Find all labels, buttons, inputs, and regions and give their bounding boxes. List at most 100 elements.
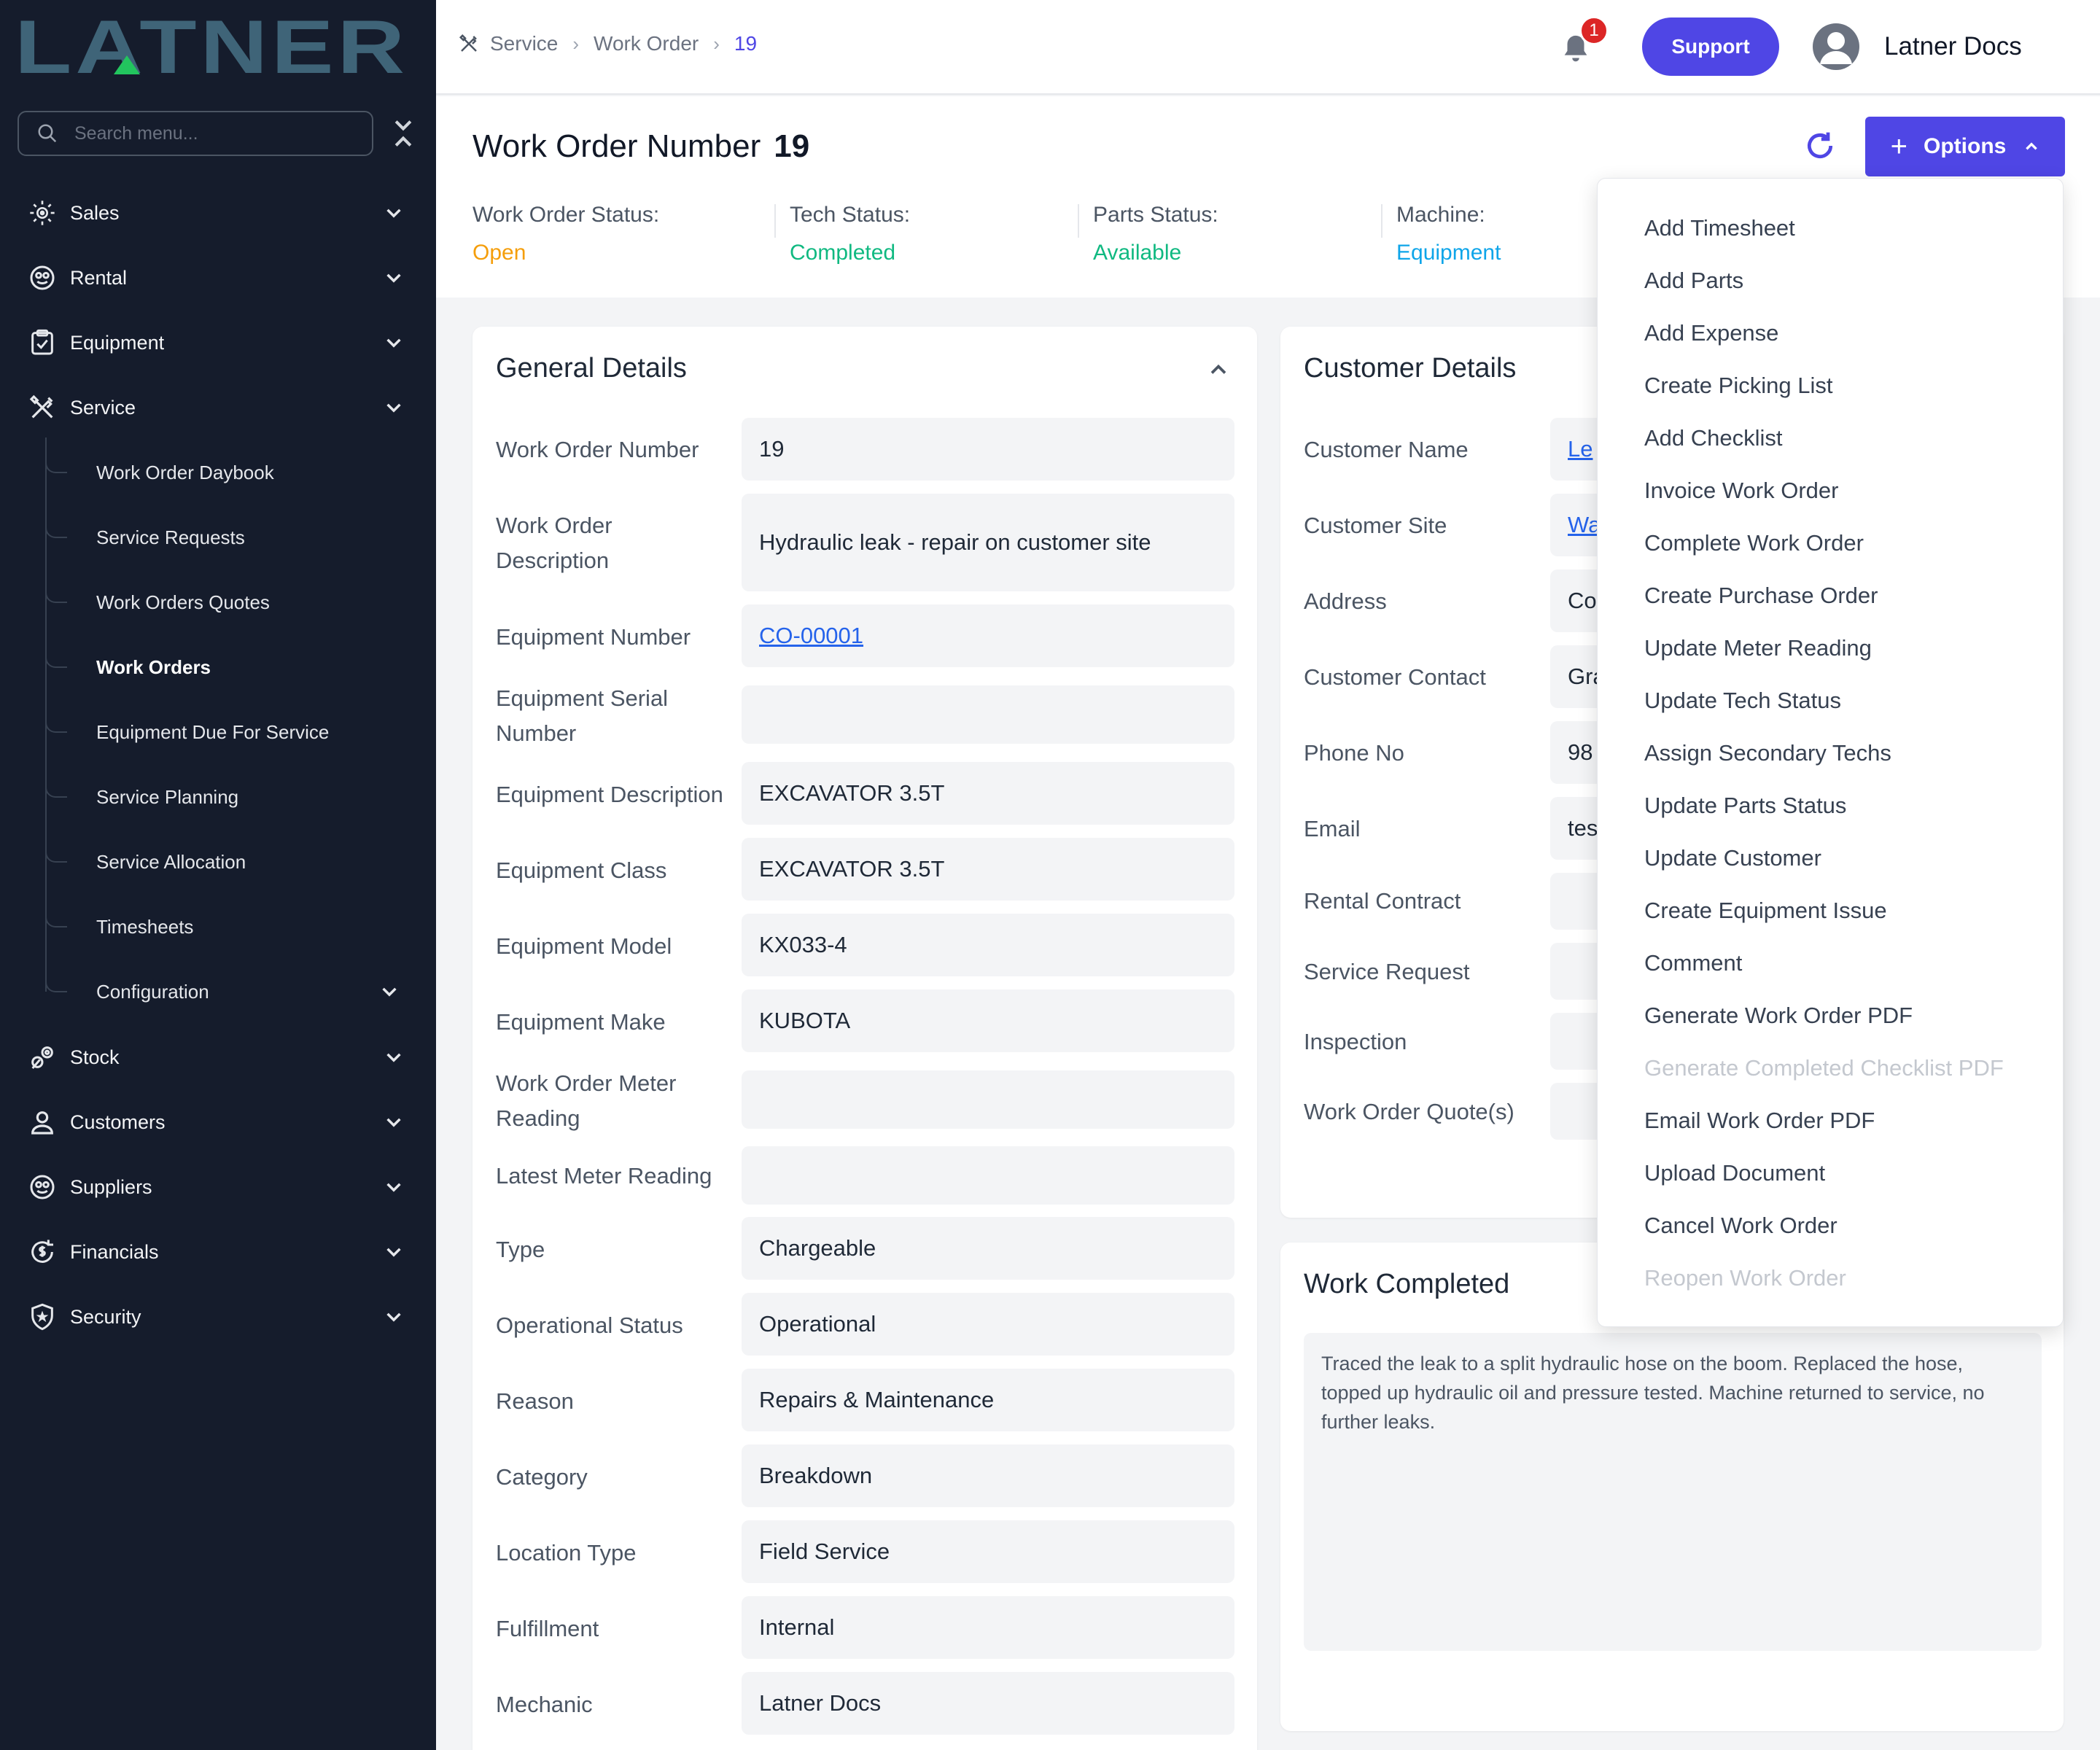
field-label: Email xyxy=(1304,816,1361,841)
subitem-label: Work Orders xyxy=(96,656,211,678)
subitem-label: Work Order Daybook xyxy=(96,461,274,483)
field-label: Customer Contact xyxy=(1304,664,1486,690)
support-button[interactable]: Support xyxy=(1642,18,1779,76)
svg-text:LATNER: LATNER xyxy=(15,16,408,79)
menu-item-add-timesheet[interactable]: Add Timesheet xyxy=(1644,215,1795,241)
menu-item-add-parts[interactable]: Add Parts xyxy=(1644,268,1743,294)
sidebar-subitem-equipment-due[interactable]: Equipment Due For Service xyxy=(45,710,410,754)
field-label: Equipment Model xyxy=(496,933,672,959)
subitem-label: Timesheets xyxy=(96,915,194,938)
menu-item-assign-secondary-techs[interactable]: Assign Secondary Techs xyxy=(1644,740,1891,766)
breadcrumb-separator-icon: › xyxy=(713,32,720,55)
fulfillment-value: Internal xyxy=(742,1596,1234,1659)
field-label: Reason xyxy=(496,1388,574,1414)
field-label: Phone No xyxy=(1304,740,1404,766)
sidebar-subitem-timesheets[interactable]: Timesheets xyxy=(45,905,410,949)
sidebar-subitem-work-order-daybook[interactable]: Work Order Daybook xyxy=(45,451,410,494)
sidebar-subitem-service-allocation[interactable]: Service Allocation xyxy=(45,840,410,884)
field-label: Service Request xyxy=(1304,959,1470,984)
status-label: Parts Status: xyxy=(1093,203,1218,227)
sidebar-item-stock[interactable]: Stock xyxy=(26,1034,420,1081)
menu-item-add-checklist[interactable]: Add Checklist xyxy=(1644,425,1783,451)
subitem-label: Equipment Due For Service xyxy=(96,720,330,743)
equipment-number-link[interactable]: CO-00001 xyxy=(742,604,1234,667)
menu-item-cancel-work-order[interactable]: Cancel Work Order xyxy=(1644,1213,1838,1239)
chevron-down-icon xyxy=(386,273,401,283)
latner-logo[interactable]: LATNER xyxy=(15,16,408,79)
menu-item-update-customer[interactable]: Update Customer xyxy=(1644,845,1821,871)
sidebar-item-label: Suppliers xyxy=(70,1175,152,1198)
sidebar-item-sales[interactable]: Sales xyxy=(26,190,420,236)
sidebar-item-suppliers[interactable]: Suppliers xyxy=(26,1164,420,1210)
menu-item-create-purchase-order[interactable]: Create Purchase Order xyxy=(1644,583,1878,609)
menu-item-create-picking-list[interactable]: Create Picking List xyxy=(1644,373,1832,399)
menu-item-invoice-work-order[interactable]: Invoice Work Order xyxy=(1644,478,1838,504)
menu-item-generate-work-order-pdf[interactable]: Generate Work Order PDF xyxy=(1644,1003,1913,1029)
menu-item-update-parts-status[interactable]: Update Parts Status xyxy=(1644,793,1846,819)
sidebar-item-label: Security xyxy=(70,1305,141,1328)
field-label: Inspection xyxy=(1304,1029,1407,1054)
field-label: Equipment Number xyxy=(496,624,691,650)
field-label: Equipment Description xyxy=(496,782,723,807)
equipment-serial-number-value xyxy=(742,685,1234,744)
sidebar-item-service[interactable]: Service xyxy=(26,384,420,431)
breadcrumb-current: 19 xyxy=(734,32,758,55)
subitem-label: Service Planning xyxy=(96,785,239,808)
stock-icon xyxy=(26,1041,58,1073)
equipment-model-value: KX033-4 xyxy=(742,914,1234,976)
status-label: Tech Status: xyxy=(790,203,911,227)
menu-item-update-tech-status[interactable]: Update Tech Status xyxy=(1644,688,1841,714)
sidebar-subitem-work-orders[interactable]: Work Orders xyxy=(45,645,410,689)
financials-icon xyxy=(26,1236,58,1268)
menu-item-update-meter-reading[interactable]: Update Meter Reading xyxy=(1644,635,1872,661)
field-label: Type xyxy=(496,1237,545,1262)
sidebar-item-equipment[interactable]: Equipment xyxy=(26,319,420,366)
status-value: Completed xyxy=(790,241,896,265)
menu-item-comment[interactable]: Comment xyxy=(1644,950,1742,976)
sidebar-subitem-configuration[interactable]: Configuration xyxy=(45,970,410,1014)
field-label: Latest Meter Reading xyxy=(496,1163,712,1189)
sidebar-subitem-service-planning[interactable]: Service Planning xyxy=(45,775,410,819)
sidebar-subitem-work-orders-quotes[interactable]: Work Orders Quotes xyxy=(45,580,410,624)
menu-item-email-work-order-pdf[interactable]: Email Work Order PDF xyxy=(1644,1108,1875,1134)
chevron-down-icon xyxy=(386,209,401,218)
sidebar-item-rental[interactable]: Rental xyxy=(26,254,420,301)
collapse-menu-icon[interactable] xyxy=(391,117,416,150)
menu-item-generate-completed-checklist-pdf: Generate Completed Checklist PDF xyxy=(1644,1055,2004,1081)
parts-status: Parts Status: Available xyxy=(1093,203,1218,265)
sidebar-item-customers[interactable]: Customers xyxy=(26,1099,420,1146)
status-divider xyxy=(1381,204,1382,238)
avatar[interactable] xyxy=(1813,23,1859,70)
page-title-number: 19 xyxy=(774,128,810,164)
breadcrumb-work-order[interactable]: Work Order xyxy=(594,32,699,55)
sidebar-item-financials[interactable]: Financials xyxy=(26,1229,420,1275)
chevron-up-icon[interactable] xyxy=(1208,359,1229,381)
mechanic-value: Latner Docs xyxy=(742,1672,1234,1735)
status-label: Work Order Status: xyxy=(472,203,660,227)
subitem-label: Service Allocation xyxy=(96,850,246,873)
equipment-icon xyxy=(26,327,58,359)
sidebar-item-security[interactable]: Security xyxy=(26,1294,420,1340)
menu-item-create-equipment-issue[interactable]: Create Equipment Issue xyxy=(1644,898,1887,924)
sidebar-subitem-service-requests[interactable]: Service Requests xyxy=(45,516,410,559)
options-label: Options xyxy=(1924,134,2007,158)
equipment-description-value: EXCAVATOR 3.5T xyxy=(742,762,1234,825)
field-label: Customer Site xyxy=(1304,513,1447,538)
page-title: Work Order Number 19 xyxy=(472,128,809,165)
menu-item-complete-work-order[interactable]: Complete Work Order xyxy=(1644,530,1864,556)
work-order-status: Work Order Status: Open xyxy=(472,203,659,265)
chevron-down-icon xyxy=(386,1183,401,1192)
status-value: Available xyxy=(1093,241,1182,265)
search-input[interactable]: Search menu... xyxy=(18,111,373,156)
menu-item-upload-document[interactable]: Upload Document xyxy=(1644,1160,1825,1186)
menu-item-add-expense[interactable]: Add Expense xyxy=(1644,320,1778,346)
options-button[interactable]: + Options xyxy=(1865,117,2065,176)
sidebar-item-label: Service xyxy=(70,396,136,419)
user-name[interactable]: Latner Docs xyxy=(1884,32,2022,61)
work-completed-title: Work Completed xyxy=(1304,1269,1510,1299)
plus-icon: + xyxy=(1890,130,1908,163)
breadcrumb-service[interactable]: Service xyxy=(490,32,558,55)
work-completed-textarea[interactable]: Traced the leak to a split hydraulic hos… xyxy=(1304,1333,2042,1651)
status-value[interactable]: Equipment xyxy=(1396,241,1501,265)
refresh-icon[interactable] xyxy=(1804,130,1836,162)
